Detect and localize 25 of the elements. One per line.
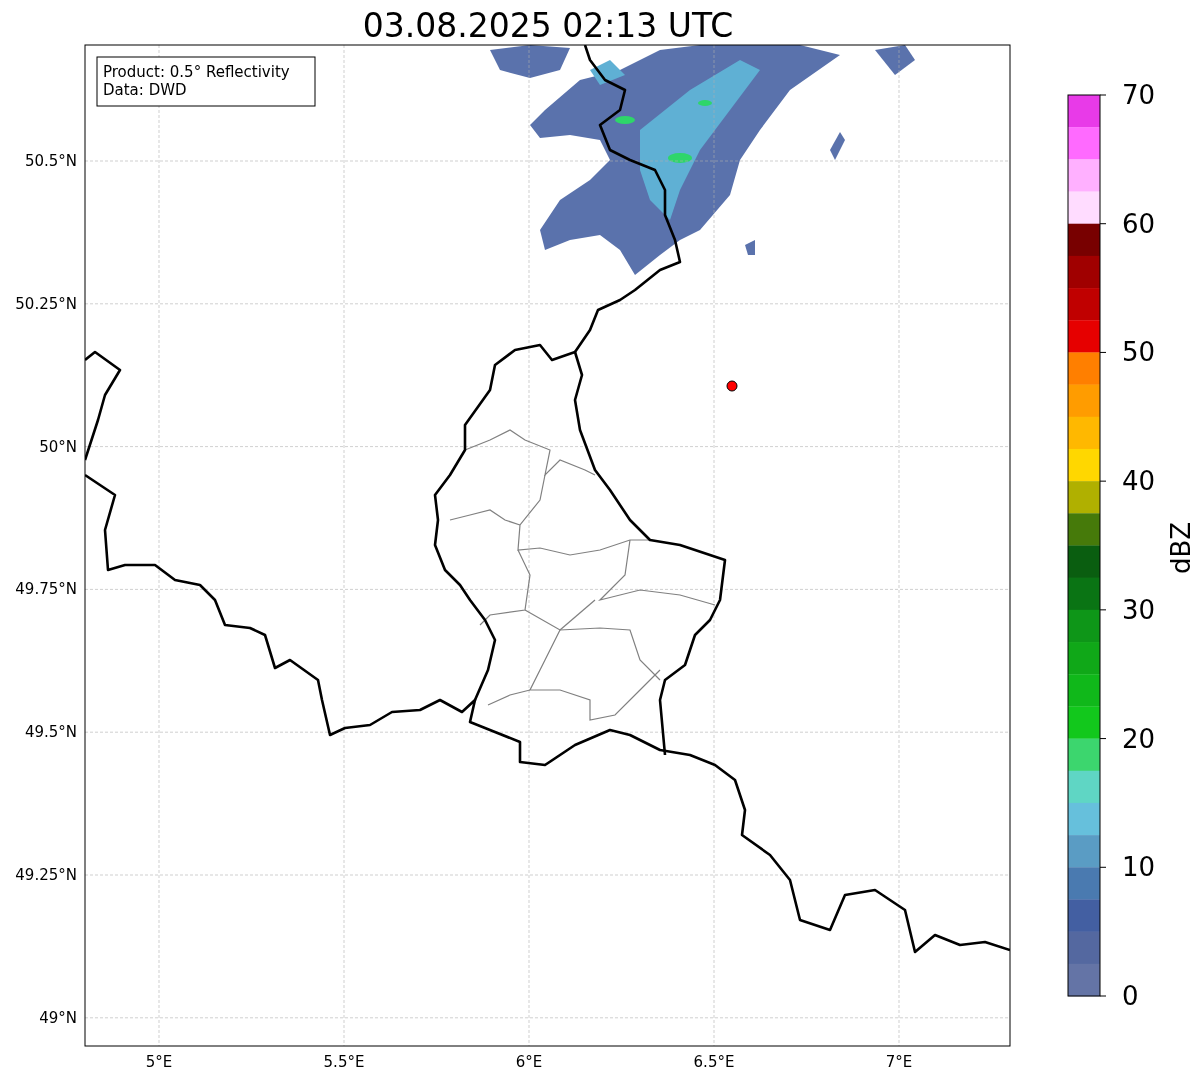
latitude-label: 50.25°N — [15, 294, 77, 313]
colorbar-label: dBZ — [1166, 521, 1196, 575]
longitude-label: 6.5°E — [693, 1053, 735, 1071]
chart-title: 03.08.2025 02:13 UTC — [362, 6, 734, 45]
colorbar-tick-label: 0 — [1122, 981, 1139, 1011]
colorbar-tick-label: 20 — [1122, 723, 1156, 754]
longitude-label: 7°E — [885, 1053, 913, 1071]
latitude-label: 50°N — [39, 437, 77, 456]
longitude-label: 5°E — [145, 1053, 173, 1071]
colorbar-tick-label: 10 — [1122, 852, 1156, 883]
latitude-label: 50.5°N — [24, 152, 77, 170]
latitude-label: 49°N — [39, 1008, 77, 1027]
colorbar-tick-label: 50 — [1122, 337, 1156, 368]
latitude-label: 49.25°N — [15, 866, 77, 884]
latitude-label: 49.5°N — [24, 723, 77, 742]
longitude-label: 5.5°E — [323, 1053, 365, 1071]
longitude-label: 6°E — [515, 1053, 543, 1071]
station-marker — [726, 380, 738, 392]
info-text: Data: DWD — [103, 81, 187, 99]
colorbar-tick-label: 30 — [1122, 594, 1156, 625]
colorbar-tick-label: 60 — [1122, 208, 1156, 239]
colorbar-tick-label: 70 — [1122, 80, 1156, 110]
colorbar-tick-label: 40 — [1122, 466, 1156, 497]
latitude-label: 49.75°N — [15, 580, 77, 599]
info-text: Product: 0.5° Reflectivity — [103, 63, 290, 81]
